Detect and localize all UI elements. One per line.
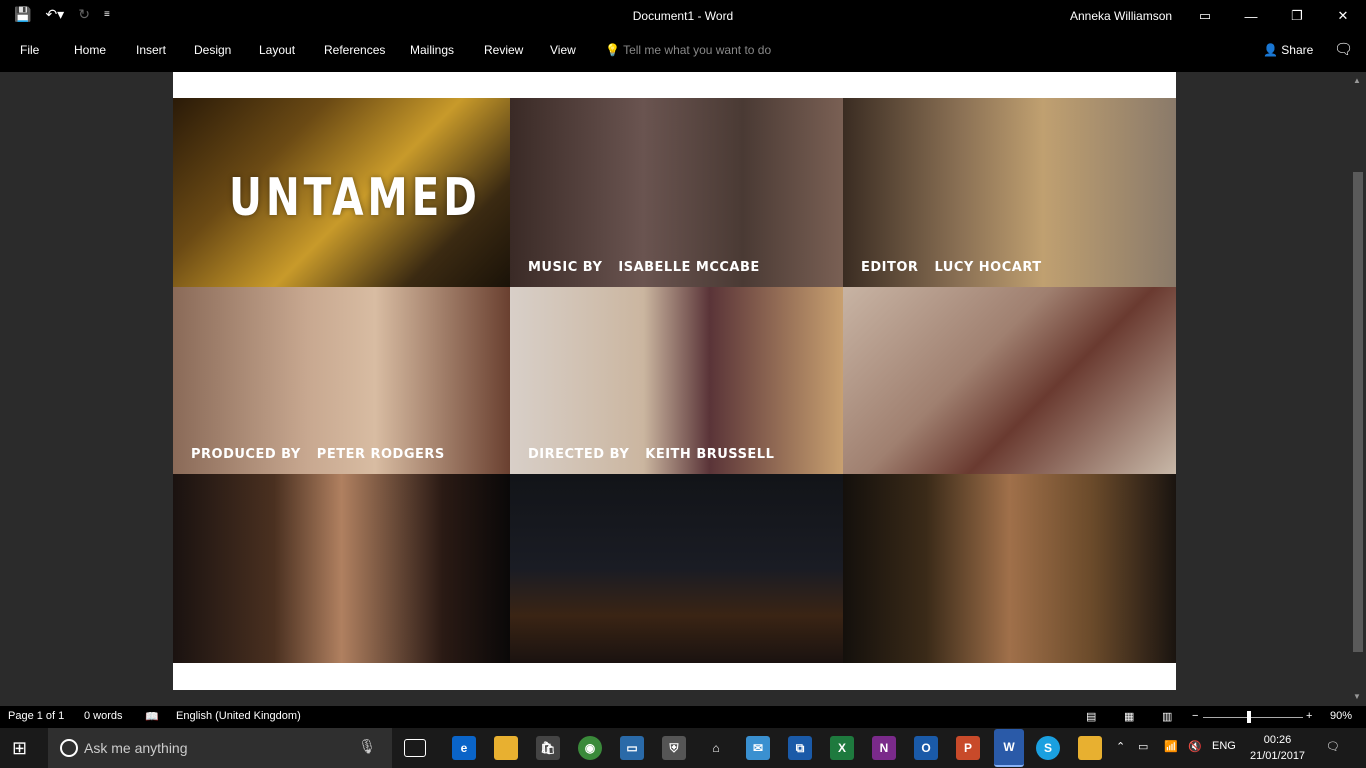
tab-insert[interactable]: Insert xyxy=(136,43,166,57)
proofing-icon[interactable]: 📖 xyxy=(145,710,159,723)
minimize-button[interactable]: — xyxy=(1228,0,1274,32)
folder-icon[interactable] xyxy=(1078,736,1102,760)
scroll-down-icon[interactable]: ▼ xyxy=(1353,692,1361,701)
chrome-icon[interactable]: ◉ xyxy=(578,736,602,760)
read-mode-icon[interactable]: ▤ xyxy=(1086,710,1096,723)
poster-photo-4: PRODUCED BY PETER RODGERS xyxy=(173,287,510,474)
film-title: UNTAMED xyxy=(229,168,481,228)
input-language[interactable]: ENG xyxy=(1212,740,1236,752)
tell-me-search[interactable]: 💡 Tell me what you want to do xyxy=(605,43,771,57)
search-placeholder: Ask me anything xyxy=(84,740,188,756)
volume-muted-icon[interactable]: 🔇 xyxy=(1188,740,1202,753)
tab-view[interactable]: View xyxy=(550,43,576,57)
title-bar: 💾 ↶▾ ↻ ≡ Document1 - Word Anneka William… xyxy=(0,0,1366,32)
tell-me-label: Tell me what you want to do xyxy=(623,43,772,57)
poster-image-grid: UNTAMED MUSIC BY ISABELLE MCCABE EDITOR LU… xyxy=(173,98,1176,663)
home-icon[interactable]: ⌂ xyxy=(704,736,728,760)
credit-role: DIRECTED BY xyxy=(528,447,630,462)
tab-mailings[interactable]: Mailings xyxy=(410,43,454,57)
language[interactable]: English (United Kingdom) xyxy=(176,710,301,722)
scroll-up-icon[interactable]: ▲ xyxy=(1353,76,1361,85)
ribbon-display-options-icon[interactable]: ▭ xyxy=(1182,0,1228,32)
page-count[interactable]: Page 1 of 1 xyxy=(8,710,64,722)
clock[interactable]: 00:26 21/01/2017 xyxy=(1250,732,1305,764)
excel-icon[interactable]: X xyxy=(830,736,854,760)
share-label: Share xyxy=(1281,43,1314,57)
document-page[interactable]: UNTAMED MUSIC BY ISABELLE MCCABE EDITOR LU… xyxy=(173,72,1176,690)
close-button[interactable]: ✕ xyxy=(1320,0,1366,32)
poster-photo-3: EDITOR LUCY HOCART xyxy=(843,98,1176,287)
poster-photo-7 xyxy=(173,474,510,663)
file-explorer-icon[interactable] xyxy=(494,736,518,760)
taskbar: ⊞ Ask me anything 🎙 e 🛍 ◉ ▭ ⛨ ⌂ ✉ ⧉ X N … xyxy=(0,728,1366,768)
show-hidden-icons-icon[interactable]: ⌃ xyxy=(1116,740,1125,753)
powerpoint-icon[interactable]: P xyxy=(956,736,980,760)
tab-review[interactable]: Review xyxy=(484,43,523,57)
zoom-out-icon[interactable]: − xyxy=(1192,710,1198,722)
microphone-icon[interactable]: 🎙 xyxy=(358,738,376,755)
vertical-scrollbar[interactable]: ▲ ▼ xyxy=(1350,72,1366,706)
outlook-icon[interactable]: O xyxy=(914,736,938,760)
zoom-in-icon[interactable]: + xyxy=(1306,710,1312,722)
wifi-icon[interactable]: 📶 xyxy=(1164,740,1178,753)
store-icon[interactable]: 🛍 xyxy=(536,736,560,760)
cortana-icon xyxy=(60,739,78,757)
window-controls: ▭ — ❐ ✕ xyxy=(1182,0,1366,32)
cortana-search[interactable]: Ask me anything 🎙 xyxy=(48,728,392,768)
comments-icon[interactable]: 🗨 xyxy=(1334,40,1353,58)
tab-file[interactable]: File xyxy=(20,43,39,57)
clock-time: 00:26 xyxy=(1263,734,1292,746)
scroll-thumb[interactable] xyxy=(1353,172,1363,652)
lightbulb-icon: 💡 xyxy=(605,43,624,57)
status-bar: Page 1 of 1 0 words 📖 English (United Ki… xyxy=(0,706,1366,728)
person-icon: 👤 xyxy=(1263,43,1282,57)
network-app-icon[interactable]: ⧉ xyxy=(788,736,812,760)
ribbon: File Home Insert Design Layout Reference… xyxy=(0,32,1366,72)
user-name[interactable]: Anneka Williamson xyxy=(1070,9,1172,23)
word-icon[interactable]: W xyxy=(994,729,1024,767)
skype-icon[interactable]: S xyxy=(1036,736,1060,760)
edge-icon[interactable]: e xyxy=(452,736,476,760)
web-layout-icon[interactable]: ▥ xyxy=(1162,710,1172,723)
credit-person: PETER RODGERS xyxy=(316,447,445,462)
task-view-icon[interactable] xyxy=(404,739,426,757)
onenote-icon[interactable]: N xyxy=(872,736,896,760)
poster-photo-6 xyxy=(843,287,1176,474)
zoom-level[interactable]: 90% xyxy=(1330,710,1352,722)
credit-role: EDITOR xyxy=(861,260,919,275)
credit-producer: PRODUCED BY PETER RODGERS xyxy=(191,447,445,462)
action-center-icon[interactable]: 🗨 xyxy=(1326,740,1340,753)
clock-date: 21/01/2017 xyxy=(1250,750,1306,762)
lenovo-icon[interactable]: ▭ xyxy=(620,736,644,760)
poster-photo-9 xyxy=(843,474,1176,663)
zoom-slider-knob[interactable] xyxy=(1247,711,1251,723)
restore-button[interactable]: ❐ xyxy=(1274,0,1320,32)
mail-app-icon[interactable]: ✉ xyxy=(746,736,770,760)
credit-role: MUSIC BY xyxy=(528,260,603,275)
zoom-slider[interactable] xyxy=(1203,717,1303,718)
credit-director: DIRECTED BY KEITH BRUSSELL xyxy=(528,447,774,462)
poster-photo-5: DIRECTED BY KEITH BRUSSELL xyxy=(510,287,843,474)
tab-references[interactable]: References xyxy=(324,43,385,57)
poster-photo-8 xyxy=(510,474,843,663)
credit-music: MUSIC BY ISABELLE MCCABE xyxy=(528,260,760,275)
credit-editor: EDITOR LUCY HOCART xyxy=(861,260,1042,275)
credit-person: LUCY HOCART xyxy=(934,260,1042,275)
windows-start-icon[interactable]: ⊞ xyxy=(12,738,27,759)
poster-photo-1: UNTAMED xyxy=(173,98,510,287)
tab-layout[interactable]: Layout xyxy=(259,43,295,57)
share-button[interactable]: 👤 Share xyxy=(1263,43,1313,57)
word-count[interactable]: 0 words xyxy=(84,710,123,722)
battery-icon[interactable]: ▭ xyxy=(1138,740,1148,753)
credit-role: PRODUCED BY xyxy=(191,447,301,462)
tab-design[interactable]: Design xyxy=(194,43,231,57)
security-shield-icon[interactable]: ⛨ xyxy=(662,736,686,760)
poster-photo-2: MUSIC BY ISABELLE MCCABE xyxy=(510,98,843,287)
tab-home[interactable]: Home xyxy=(74,43,106,57)
credit-person: ISABELLE MCCABE xyxy=(618,260,760,275)
print-layout-icon[interactable]: ▦ xyxy=(1124,710,1134,723)
credit-person: KEITH BRUSSELL xyxy=(645,447,775,462)
